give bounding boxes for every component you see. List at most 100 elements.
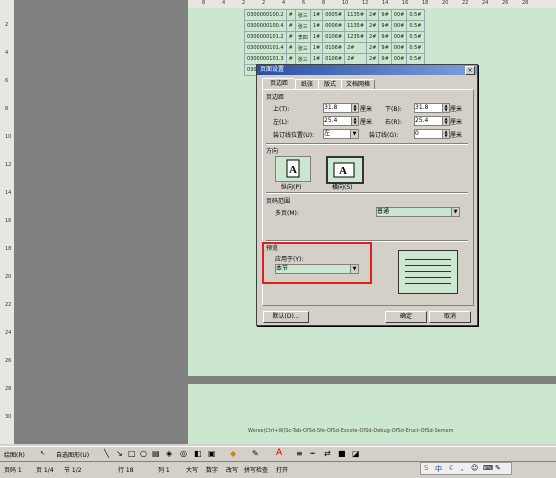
table-cell[interactable]: 0.5# (406, 42, 425, 54)
table-cell[interactable]: 2# (344, 53, 368, 65)
table-cell[interactable]: 0.5# (406, 53, 425, 65)
spin-arrows-icon[interactable]: ▲ ▼ (351, 104, 358, 112)
table-cell[interactable]: 1# (309, 9, 324, 21)
table-cell[interactable]: 张三 (294, 53, 311, 65)
tab-document-grid[interactable]: 文档网格 (341, 79, 375, 89)
punct-icon[interactable]: , (461, 464, 463, 472)
table-cell[interactable]: 00# (390, 42, 408, 54)
dialog-title-bar[interactable]: 页面设置 (257, 65, 477, 75)
close-button[interactable]: × (465, 66, 475, 75)
table-cell[interactable]: 9# (378, 31, 392, 43)
moon-icon[interactable]: ☾ (449, 464, 455, 472)
table-cell[interactable]: 张三 (294, 42, 311, 54)
ok-button[interactable]: 确定 (385, 311, 427, 323)
table-cell[interactable]: 0106# (322, 31, 346, 43)
3d-icon[interactable]: ◪ (352, 449, 360, 458)
autoshapes-menu[interactable]: 自选图形(U) (56, 450, 89, 459)
bottom-margin-input[interactable]: 31.8 ▲ ▼ (414, 103, 450, 113)
table-cell[interactable]: 9# (378, 53, 392, 65)
table-cell[interactable]: # (285, 31, 296, 43)
wordart-icon[interactable]: ◈ (166, 449, 172, 458)
table-cell[interactable]: 9# (378, 20, 392, 32)
table-cell[interactable]: 0106# (322, 42, 346, 54)
rectangle-icon[interactable]: □ (128, 449, 136, 458)
line-color-icon[interactable]: ✎ (252, 449, 259, 458)
ime-logo-icon[interactable]: S (424, 464, 428, 472)
tab-layout[interactable]: 版式 (318, 79, 342, 89)
textbox-icon[interactable]: ▤ (152, 449, 160, 458)
status-spell[interactable]: 拼写检查 (244, 465, 268, 474)
table-cell[interactable]: 0300000100.4 (244, 20, 287, 32)
table-cell[interactable]: 00# (390, 20, 408, 32)
spin-arrows-icon[interactable]: ▲ ▼ (351, 117, 358, 125)
arrow-style-icon[interactable]: ⇄ (324, 449, 331, 458)
vertical-ruler[interactable]: 2 4 6 8 10 12 14 16 18 20 22 24 26 28 30 (0, 0, 15, 444)
landscape-option[interactable]: A (326, 156, 364, 184)
smile-icon[interactable]: ☺ (471, 464, 478, 472)
portrait-option[interactable]: A (275, 156, 311, 182)
table-cell[interactable]: 0.5# (406, 31, 425, 43)
ime-mode-icon[interactable]: 中 (435, 464, 442, 474)
table-cell[interactable]: 1# (309, 42, 324, 54)
dash-style-icon[interactable]: ┅ (310, 449, 315, 458)
chevron-down-icon[interactable]: ▼ (451, 208, 459, 216)
table-cell[interactable]: 9# (378, 9, 392, 21)
table-cell[interactable]: 00# (390, 31, 408, 43)
table-cell[interactable]: 2# (366, 42, 380, 54)
document-page-2[interactable] (188, 384, 556, 444)
table-cell[interactable]: 0300000101.2 (244, 31, 287, 43)
table-cell[interactable]: 0.5# (406, 20, 425, 32)
status-rec[interactable]: 大写 (186, 465, 198, 474)
gutter-input[interactable]: 0 ▲ ▼ (414, 129, 450, 139)
table-cell[interactable]: 0006# (322, 20, 346, 32)
font-color-icon[interactable]: A (276, 448, 282, 458)
wrench-icon[interactable]: ✎ (495, 464, 501, 472)
table-cell[interactable]: 1# (309, 31, 324, 43)
table-cell[interactable]: 0300000100.2 (244, 9, 287, 21)
table-cell[interactable]: 0005# (322, 9, 346, 21)
line-style-icon[interactable]: ≡ (296, 449, 303, 458)
right-margin-input[interactable]: 25.4 ▲ ▼ (414, 116, 450, 126)
line-icon[interactable]: ╲ (104, 449, 109, 458)
table-cell[interactable]: 1# (309, 20, 324, 32)
table-cell[interactable]: 9# (378, 42, 392, 54)
table-cell[interactable]: 1# (309, 53, 324, 65)
table-cell[interactable]: 1135# (344, 20, 368, 32)
table-cell[interactable]: 00# (390, 9, 408, 21)
table-cell[interactable]: # (285, 42, 296, 54)
table-cell[interactable]: 2# (366, 31, 380, 43)
ime-toolbar[interactable]: S 中 ☾ , ☺ ⌨ ✎ (420, 462, 512, 475)
table-cell[interactable]: 张三 (294, 9, 311, 21)
picture-icon[interactable]: ▣ (208, 449, 216, 458)
default-button[interactable]: 默认(D)... (263, 311, 309, 323)
table-cell[interactable]: 2# (366, 53, 380, 65)
table-cell[interactable]: 0.5# (406, 9, 425, 21)
spin-arrows-icon[interactable]: ▲ ▼ (442, 117, 449, 125)
table-cell[interactable]: 0106# (322, 53, 346, 65)
top-margin-input[interactable]: 31.8 ▲ ▼ (323, 103, 359, 113)
select-arrow-icon[interactable]: ↖ (40, 450, 45, 457)
gutter-position-select[interactable]: 左 ▼ (323, 129, 359, 139)
table-cell[interactable]: # (285, 9, 296, 21)
status-num[interactable]: 数字 (206, 465, 218, 474)
draw-menu[interactable]: 绘图(R) (4, 450, 25, 459)
tab-margins[interactable]: 页边距 (262, 78, 296, 89)
table-cell[interactable]: 2# (366, 20, 380, 32)
table-cell[interactable]: 2# (344, 42, 368, 54)
tab-paper[interactable]: 纸张 (295, 79, 319, 89)
fill-color-icon[interactable]: ◆ (230, 449, 236, 458)
table-cell[interactable]: # (285, 20, 296, 32)
status-open[interactable]: 打开 (276, 465, 288, 474)
table-cell[interactable]: 00# (390, 53, 408, 65)
table-cell[interactable]: 李四 (294, 31, 311, 43)
table-cell[interactable]: # (285, 53, 296, 65)
clipart-icon[interactable]: ◧ (194, 449, 202, 458)
spin-arrows-icon[interactable]: ▲ ▼ (442, 104, 449, 112)
keyboard-icon[interactable]: ⌨ (483, 464, 493, 472)
table-cell[interactable]: 1235# (344, 31, 368, 43)
left-margin-input[interactable]: 25.4 ▲ ▼ (323, 116, 359, 126)
table-cell[interactable]: 0300000101.4 (244, 42, 287, 54)
table-cell[interactable]: 张三 (294, 20, 311, 32)
table-cell[interactable]: 1135# (344, 9, 368, 21)
shadow-icon[interactable]: ■ (338, 449, 346, 458)
